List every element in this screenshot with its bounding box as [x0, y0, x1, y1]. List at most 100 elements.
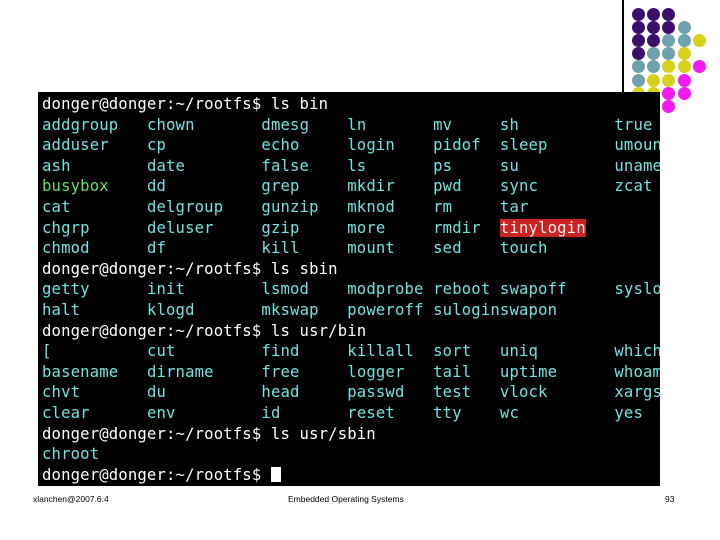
terminal-file-entry: head — [261, 383, 300, 402]
terminal-column-gap — [109, 177, 147, 195]
decorative-dot — [632, 73, 645, 87]
terminal-listing-row: adduser cp echo login pidof sleep umount — [42, 135, 660, 156]
terminal-column-gap — [385, 219, 433, 237]
decorative-dot — [647, 8, 661, 21]
terminal-column-gap — [118, 363, 147, 381]
terminal-column-gap — [462, 177, 500, 195]
terminal-column-gap — [109, 136, 147, 154]
terminal-file-entry: chvt — [42, 383, 81, 402]
terminal-column-gap — [300, 383, 348, 401]
terminal-file-entry: rm — [433, 197, 453, 216]
terminal-column-gap — [519, 157, 614, 175]
decorative-dot — [692, 34, 706, 48]
terminal-column-gap — [300, 136, 348, 154]
terminal-column-gap — [567, 280, 615, 298]
decorative-dot — [662, 21, 676, 35]
terminal-file-entry: ash — [42, 156, 71, 175]
decorative-dot — [632, 60, 645, 74]
terminal-column-gap — [300, 177, 348, 195]
decorative-dot — [662, 73, 676, 87]
terminal-file-entry: which — [614, 342, 660, 361]
terminal-file-entry: vlock — [499, 383, 548, 402]
terminal-column-gap — [223, 198, 261, 216]
terminal-column-gap — [395, 177, 433, 195]
terminal-column-gap — [80, 383, 147, 401]
terminal-column-gap — [90, 280, 147, 298]
terminal-column-gap — [309, 116, 347, 134]
terminal-prompt: donger@donger:~/rootfs$ — [42, 95, 271, 113]
terminal-listing-row: chvt du head passwd test vlock xargs — [42, 382, 660, 403]
terminal-prompt: donger@donger:~/rootfs$ — [42, 465, 271, 484]
terminal-file-entry: yes — [614, 403, 644, 422]
terminal-file-entry: tail — [433, 362, 472, 381]
terminal-file-entry: killall — [347, 342, 415, 361]
terminal-file-entry: busybox — [42, 177, 109, 196]
terminal-file-entry: deluser — [146, 218, 214, 237]
terminal-listing-row: halt klogd mkswap poweroff suloginswapon — [42, 300, 660, 321]
terminal-window[interactable]: donger@donger:~/rootfs$ ls bin addgroup c… — [38, 92, 660, 486]
terminal-file-entry: sleep — [499, 136, 548, 155]
terminal-file-entry: env — [146, 403, 176, 422]
footer-author: xlanchen@2007.6.4 — [33, 494, 109, 504]
decorative-dot — [647, 21, 661, 35]
terminal-file-entry: wc — [499, 403, 519, 422]
terminal-file-entry: sh — [499, 115, 519, 134]
terminal-file-entry: ln — [347, 115, 367, 134]
terminal-column-gap — [557, 363, 614, 381]
terminal-listing-row: basename dirname free logger tail uptime… — [42, 362, 660, 383]
terminal-command-line: donger@donger:~/rootfs$ ls bin — [42, 94, 660, 115]
terminal-file-entry: chroot — [42, 445, 100, 464]
decorative-dot — [647, 73, 661, 87]
terminal-file-entry: echo — [261, 136, 300, 155]
terminal-file-entry: poweroff — [347, 300, 424, 319]
terminal-listing-row: chroot — [42, 444, 660, 465]
terminal-file-entry: uniq — [499, 342, 539, 361]
terminal-file-entry: mv — [433, 115, 453, 134]
terminal-column-gap — [309, 157, 347, 175]
terminal-file-entry: sed — [433, 239, 462, 258]
terminal-column-gap — [490, 280, 500, 298]
terminal-column-gap — [462, 404, 500, 422]
terminal-column-gap — [281, 404, 348, 422]
terminal-file-entry: addgroup — [42, 115, 119, 134]
terminal-column-gap — [395, 239, 433, 257]
terminal-file-entry: clear — [42, 403, 90, 422]
terminal-column-gap — [300, 219, 348, 237]
terminal-file-entry: su — [499, 156, 519, 175]
terminal-column-gap — [452, 157, 500, 175]
terminal-file-entry: tty — [433, 403, 462, 422]
terminal-column-gap — [395, 198, 433, 216]
terminal-column-gap — [185, 157, 261, 175]
terminal-file-entry: cp — [146, 136, 167, 155]
decorative-dot — [632, 8, 645, 21]
terminal-column-gap — [80, 301, 147, 319]
terminal-file-entry: rmdir — [433, 218, 481, 237]
terminal-listing-row: [ cut find killall sort uniq which — [42, 341, 660, 362]
decorative-dot — [647, 60, 661, 74]
terminal-file-entry: modprobe — [347, 280, 424, 299]
terminal-file-entry: tinylogin — [499, 218, 586, 237]
terminal-file-entry: sync — [499, 177, 539, 196]
terminal-column-gap — [519, 404, 614, 422]
terminal-screen[interactable]: donger@donger:~/rootfs$ ls bin addgroup c… — [38, 92, 660, 485]
decorative-dot — [647, 47, 661, 61]
terminal-column-gap — [366, 157, 433, 175]
terminal-column-gap — [424, 301, 434, 319]
decorative-dot — [647, 34, 661, 48]
terminal-column-gap — [548, 136, 615, 154]
terminal-column-gap — [538, 342, 614, 360]
terminal-file-entry: touch — [499, 239, 548, 258]
terminal-column-gap — [90, 239, 147, 257]
decorative-dot — [677, 21, 691, 35]
terminal-file-entry: find — [261, 342, 300, 361]
terminal-column-gap — [214, 219, 262, 237]
terminal-file-entry: more — [347, 218, 386, 237]
footer-page-number: 93 — [665, 494, 675, 504]
terminal-command-line: donger@donger:~/rootfs$ ls usr/bin — [42, 321, 660, 342]
terminal-column-gap — [405, 383, 434, 401]
decorative-dot — [677, 60, 691, 74]
decorative-dot — [632, 34, 645, 48]
terminal-file-entry: init — [146, 280, 186, 299]
terminal-column-gap — [414, 342, 433, 360]
terminal-file-entry: chmod — [42, 239, 90, 258]
